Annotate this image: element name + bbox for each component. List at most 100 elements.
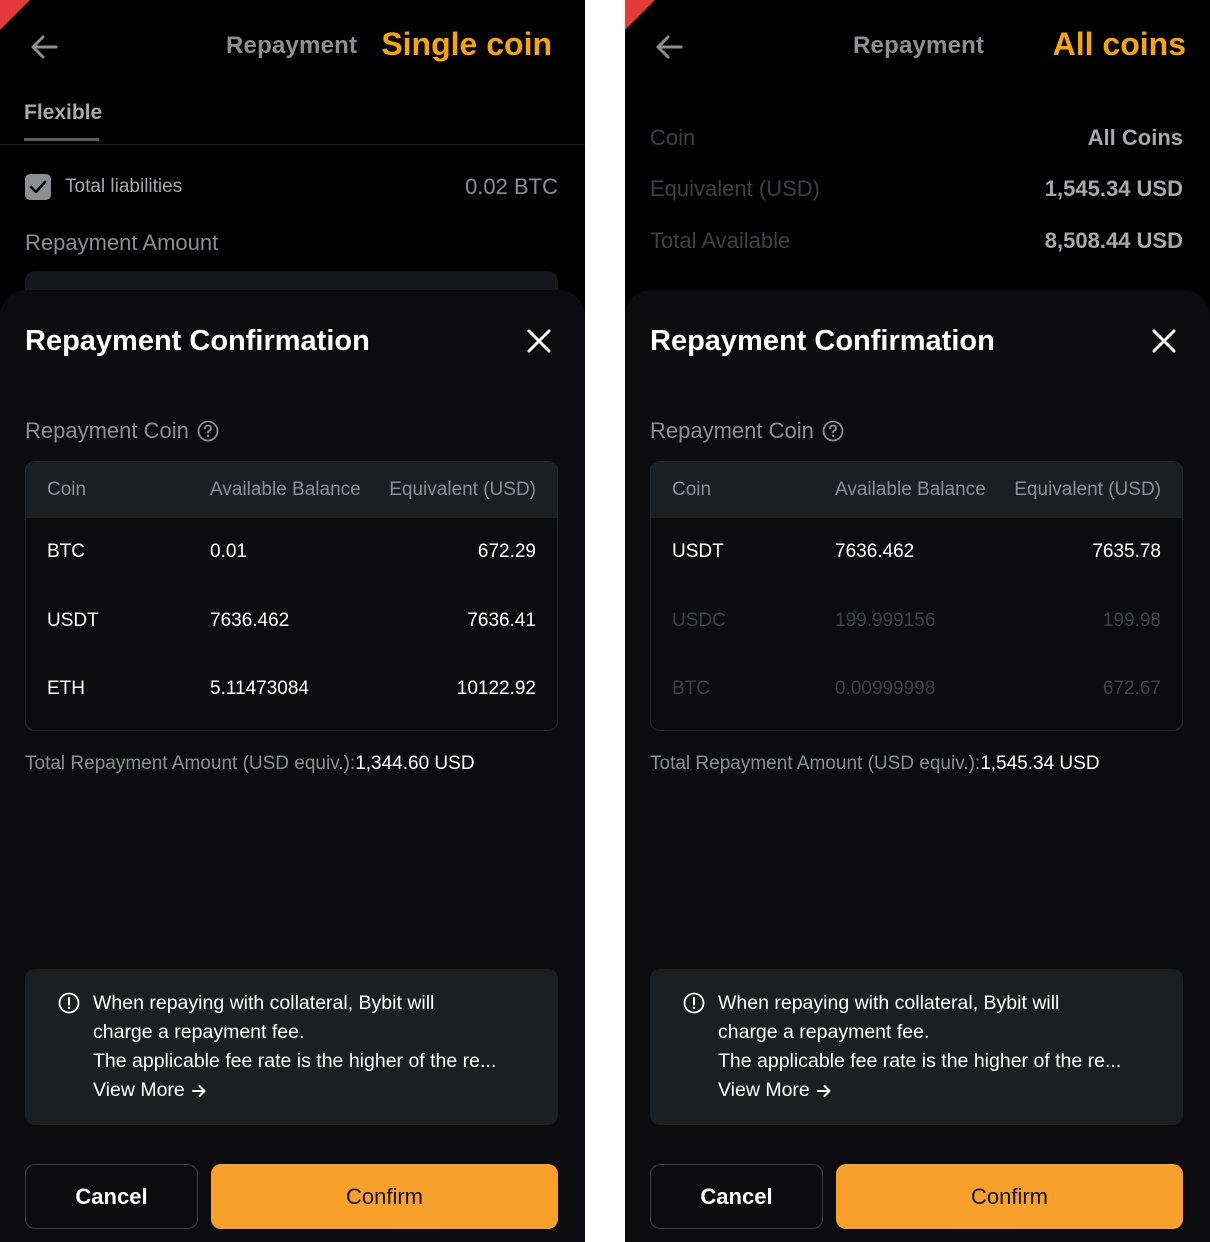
annotation-label: Single coin	[381, 26, 552, 62]
total-available-label: Total Available	[650, 228, 791, 253]
table-row[interactable]: USDT 7636.462 7636.41	[26, 587, 557, 656]
confirm-button[interactable]: Confirm	[836, 1164, 1183, 1229]
question-circle-icon[interactable]	[822, 420, 844, 442]
table-row[interactable]: ETH 5.11473084 10122.92	[26, 655, 557, 724]
arrow-right-icon	[191, 1084, 206, 1097]
cancel-button[interactable]: Cancel	[25, 1164, 198, 1229]
cancel-button[interactable]: Cancel	[650, 1164, 823, 1229]
balance-cell: 0.01	[210, 541, 247, 563]
info-circle-icon	[58, 992, 80, 1014]
balance-cell: 7636.462	[210, 609, 290, 631]
confirmation-sheet: Repayment Confirmation Repayment Coin Co…	[625, 290, 1210, 1242]
coin-label: Coin	[650, 125, 696, 150]
close-icon[interactable]	[1151, 328, 1177, 354]
notice-line: When repaying with collateral, Bybit wil…	[93, 992, 435, 1014]
coin-table: Coin Available Balance Equivalent (USD) …	[25, 461, 558, 731]
total-repayment: Total Repayment Amount (USD equiv.):1,34…	[25, 753, 475, 775]
column-header-usd: Equivalent (USD)	[389, 479, 536, 500]
coin-cell: USDC	[672, 609, 726, 631]
balance-cell: 7636.462	[835, 541, 915, 563]
equivalent-row: Equivalent (USD) 1,545.34 USD	[650, 176, 1183, 206]
usd-cell: 672.29	[477, 541, 536, 563]
column-header-usd: Equivalent (USD)	[1014, 479, 1161, 500]
sheet-title: Repayment Confirmation	[650, 325, 995, 357]
usd-cell: 199.98	[1102, 609, 1161, 631]
total-available-row: Total Available 8,508.44 USD	[650, 228, 1183, 258]
single-coin-screen: Repayment Single coin Flexible Total lia…	[0, 0, 585, 1242]
table-header: Coin Available Balance Equivalent (USD)	[26, 462, 557, 518]
view-more-label: View More	[93, 1079, 185, 1101]
arrow-left-icon[interactable]	[653, 30, 687, 64]
notice-line: The applicable fee rate is the higher of…	[93, 1050, 497, 1072]
confirmation-sheet: Repayment Confirmation Repayment Coin Co…	[0, 290, 585, 1242]
balance-cell: 0.00999998	[835, 678, 936, 700]
table-row[interactable]: BTC 0.00999998 672.67	[651, 655, 1182, 724]
arrow-right-icon	[816, 1084, 831, 1097]
view-more-link[interactable]: View More	[718, 1076, 832, 1105]
page-title: Repayment	[226, 32, 358, 59]
coin-cell: USDT	[47, 609, 99, 631]
tab-flexible[interactable]: Flexible	[24, 101, 102, 125]
coin-table: Coin Available Balance Equivalent (USD) …	[650, 461, 1183, 731]
view-more-label: View More	[718, 1079, 810, 1101]
column-header-coin: Coin	[47, 479, 87, 500]
fee-notice: When repaying with collateral, Bybit wil…	[650, 969, 1183, 1125]
page-header: Repayment All coins	[625, 0, 1210, 95]
total-available-value: 8,508.44 USD	[1044, 228, 1183, 253]
usd-cell: 672.67	[1102, 678, 1161, 700]
repayment-amount-label: Repayment Amount	[25, 230, 219, 255]
table-row[interactable]: USDT 7636.462 7635.78	[651, 518, 1182, 587]
total-value: 1,344.60 USD	[355, 753, 475, 774]
liabilities-checkbox[interactable]	[25, 174, 51, 200]
usd-cell: 10122.92	[456, 678, 536, 700]
balance-cell: 5.11473084	[210, 678, 309, 700]
total-label: Total Repayment Amount (USD equiv.):	[25, 753, 356, 774]
notice-line: The applicable fee rate is the higher of…	[718, 1050, 1122, 1072]
notice-text: When repaying with collateral, Bybit wil…	[93, 989, 538, 1105]
question-circle-icon[interactable]	[197, 420, 219, 442]
balance-cell: 199.999156	[835, 609, 936, 631]
page-header: Repayment Single coin	[0, 0, 585, 95]
confirm-button[interactable]: Confirm	[211, 1164, 558, 1229]
equivalent-value: 1,545.34 USD	[1044, 176, 1183, 201]
section-label-text: Repayment Coin	[650, 418, 814, 443]
section-label: Repayment Coin	[25, 418, 219, 444]
total-repayment: Total Repayment Amount (USD equiv.):1,54…	[650, 753, 1100, 775]
coin-cell: BTC	[672, 678, 710, 700]
table-row[interactable]: USDC 199.999156 199.98	[651, 587, 1182, 656]
notice-line: When repaying with collateral, Bybit wil…	[718, 992, 1060, 1014]
equivalent-label: Equivalent (USD)	[650, 176, 820, 201]
corner-mark	[0, 0, 30, 30]
column-header-coin: Coin	[672, 479, 712, 500]
total-value: 1,545.34 USD	[980, 753, 1100, 774]
section-label: Repayment Coin	[650, 418, 844, 444]
column-header-balance: Available Balance	[835, 479, 986, 500]
coin-cell: BTC	[47, 541, 85, 563]
page-title: Repayment	[853, 32, 985, 59]
table-row[interactable]: BTC 0.01 672.29	[26, 518, 557, 587]
coin-cell: ETH	[47, 678, 85, 700]
notice-line: charge a repayment fee.	[93, 1021, 305, 1043]
coin-row: Coin All Coins	[650, 125, 1183, 155]
tab-bar: Flexible	[0, 95, 585, 145]
check-icon	[29, 180, 47, 194]
view-more-link[interactable]: View More	[93, 1076, 207, 1105]
notice-line: charge a repayment fee.	[718, 1021, 930, 1043]
usd-cell: 7636.41	[467, 609, 536, 631]
usd-cell: 7635.78	[1092, 541, 1161, 563]
liabilities-row: Total liabilities 0.02 BTC	[25, 174, 558, 202]
sheet-title: Repayment Confirmation	[25, 325, 370, 357]
notice-text: When repaying with collateral, Bybit wil…	[718, 989, 1163, 1105]
all-coins-screen: Repayment All coins Coin All Coins Equiv…	[625, 0, 1210, 1242]
arrow-left-icon[interactable]	[28, 30, 62, 64]
liabilities-label: Total liabilities	[65, 176, 183, 197]
close-icon[interactable]	[526, 328, 552, 354]
annotation-label: All coins	[1052, 26, 1186, 62]
column-header-balance: Available Balance	[210, 479, 361, 500]
coin-cell: USDT	[672, 541, 724, 563]
liabilities-value: 0.02 BTC	[465, 174, 558, 199]
total-label: Total Repayment Amount (USD equiv.):	[650, 753, 981, 774]
coin-value: All Coins	[1087, 125, 1183, 150]
info-circle-icon	[683, 992, 705, 1014]
table-header: Coin Available Balance Equivalent (USD)	[651, 462, 1182, 518]
